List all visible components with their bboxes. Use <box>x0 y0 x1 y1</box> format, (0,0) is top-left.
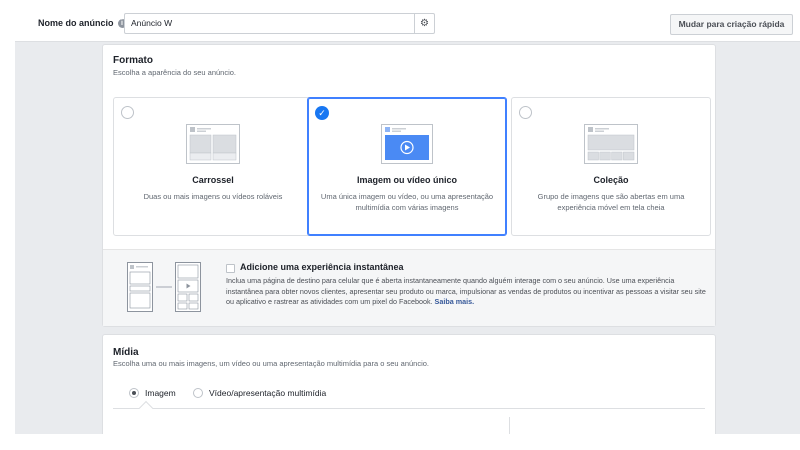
quick-create-button[interactable]: Mudar para criação rápida <box>670 14 793 35</box>
media-card: Mídia Escolha uma ou mais imagens, um ví… <box>102 334 716 434</box>
checkmark-icon: ✓ <box>315 106 329 120</box>
format-option-description: Grupo de imagens que são abertas em uma … <box>537 192 685 212</box>
instant-experience-title: Adicione uma experiência instantânea <box>240 262 404 272</box>
format-option-single-media[interactable]: ✓ Imagem ou vídeo único Uma única imagem… <box>307 97 507 236</box>
media-title: Mídia <box>113 347 139 358</box>
format-subtitle: Escolha a aparência do seu anúncio. <box>113 68 237 77</box>
gear-icon[interactable]: ⚙ <box>414 14 434 33</box>
format-option-title: Imagem ou vídeo único <box>356 175 457 185</box>
instant-experience-description: Inclua uma página de destino para celula… <box>226 276 706 308</box>
format-option-title: Coleção <box>593 175 629 185</box>
format-card: Formato Escolha a aparência do seu anúnc… <box>102 44 716 327</box>
instant-experience-illustration-icon <box>127 262 201 312</box>
format-option-collection[interactable]: Coleção Grupo de imagens que são abertas… <box>511 97 711 236</box>
ad-name-label-text: Nome do anúncio <box>38 18 114 28</box>
radio-button[interactable] <box>129 388 139 398</box>
ad-name-input[interactable]: Anúncio W ⚙ <box>124 13 435 34</box>
radio-button[interactable] <box>519 106 532 119</box>
ad-editor: Nome do anúncio i Anúncio W ⚙ Mudar para… <box>15 0 800 434</box>
media-option-image[interactable]: Imagem <box>129 388 176 398</box>
ad-name-value: Anúncio W <box>131 18 173 28</box>
instant-experience-checkbox[interactable] <box>226 264 235 273</box>
media-tab-divider <box>113 408 705 409</box>
media-option-video[interactable]: Vídeo/apresentação multimídia <box>193 388 326 398</box>
learn-more-link[interactable]: Saiba mais. <box>435 297 475 306</box>
radio-button[interactable] <box>193 388 203 398</box>
media-subtitle: Escolha uma ou mais imagens, um vídeo ou… <box>113 359 430 368</box>
format-title: Formato <box>113 55 153 66</box>
format-option-description: Uma única imagem ou vídeo, ou uma aprese… <box>320 192 494 212</box>
single-media-thumbnail-icon <box>381 124 433 164</box>
format-option-carousel[interactable]: Carrossel Duas ou mais imagens ou vídeos… <box>113 97 313 236</box>
format-option-title: Carrossel <box>192 175 234 185</box>
media-option-label: Vídeo/apresentação multimídia <box>209 388 327 398</box>
ad-name-label: Nome do anúncio i <box>38 18 127 28</box>
collection-thumbnail-icon <box>584 124 638 164</box>
instant-experience-section: Adicione uma experiência instantânea Inc… <box>103 249 715 326</box>
radio-button[interactable] <box>121 106 134 119</box>
media-column-divider <box>509 417 510 434</box>
format-option-description: Duas ou mais imagens ou vídeos roláveis <box>143 192 283 201</box>
selected-tab-caret <box>138 400 154 416</box>
carousel-thumbnail-icon <box>186 124 240 164</box>
top-bar: Nome do anúncio i Anúncio W ⚙ Mudar para… <box>15 0 800 42</box>
media-option-label: Imagem <box>145 388 176 398</box>
